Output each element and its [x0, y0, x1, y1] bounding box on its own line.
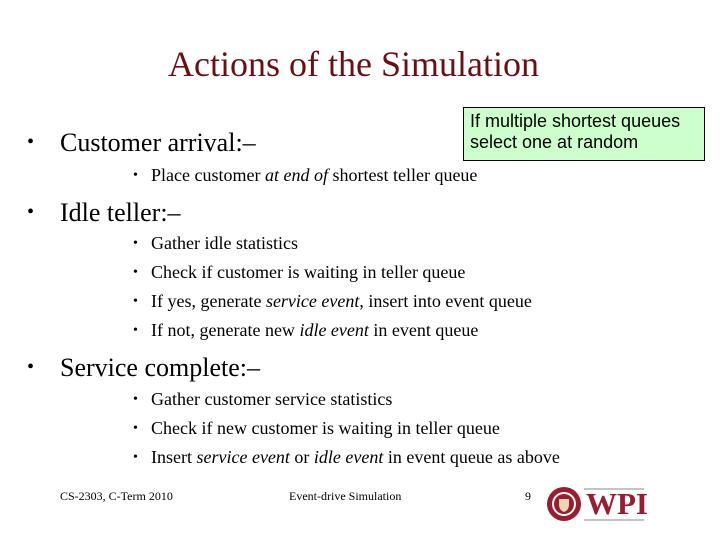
item-text: in event queue	[368, 320, 479, 340]
item-text: If not, generate new	[151, 320, 300, 340]
sub-bullet: • Gather customer service statistics	[133, 388, 392, 411]
page-number: 9	[525, 489, 531, 503]
emphasis-text: service event	[196, 447, 290, 467]
sub-bullet: • Place customer at end of shortest telle…	[133, 164, 477, 187]
wpi-logo-text: WPI	[586, 486, 648, 521]
bullet-icon: •	[133, 294, 138, 309]
item-text: Gather idle statistics	[151, 233, 298, 253]
section-heading: Customer arrival:–	[60, 128, 256, 157]
bullet-icon: •	[27, 131, 35, 153]
emphasis-text: idle event	[313, 447, 384, 467]
bullet-icon: •	[133, 421, 138, 436]
section-heading: Idle teller:–	[60, 198, 181, 227]
item-text: If yes, generate	[151, 291, 266, 311]
sub-bullet: • Check if customer is waiting in teller …	[133, 261, 465, 284]
sub-bullet: • Gather idle statistics	[133, 232, 298, 255]
emphasis-text: idle event	[299, 320, 369, 340]
item-text: in event queue as above	[383, 447, 560, 467]
callout-line-1: If multiple shortest queues	[470, 111, 681, 131]
bullet-icon: •	[133, 236, 138, 251]
bullet-icon: •	[133, 265, 138, 280]
slide-title: Actions of the Simulation	[168, 44, 539, 84]
item-text: Gather customer service statistics	[151, 389, 393, 409]
emphasis-text: service event	[265, 291, 360, 311]
bullet-customer-arrival: • Customer arrival:–	[27, 127, 256, 158]
bullet-icon: •	[133, 323, 138, 338]
footer-course: CS-2303, C-Term 2010	[60, 489, 173, 503]
section-heading: Service complete:–	[60, 353, 260, 382]
sub-bullet: • If not, generate new idle event in even…	[133, 319, 478, 342]
bullet-icon: •	[27, 356, 35, 378]
item-text: shortest teller queue	[327, 165, 478, 185]
item-text: Place customer	[151, 165, 265, 185]
sub-bullet: • Insert service event or idle event in e…	[133, 446, 560, 469]
wpi-logo: WPI	[546, 484, 648, 524]
bullet-service-complete: • Service complete:–	[27, 352, 260, 383]
callout-note: If multiple shortest queues select one a…	[463, 107, 705, 161]
bullet-idle-teller: • Idle teller:–	[27, 197, 181, 228]
emphasis-text: at end of	[264, 165, 328, 185]
footer-topic: Event-drive Simulation	[289, 489, 402, 503]
item-text: , insert into event queue	[359, 291, 532, 311]
item-text: or	[289, 447, 314, 467]
sub-bullet: • If yes, generate service event, insert …	[133, 290, 532, 313]
bullet-icon: •	[27, 201, 35, 223]
item-text: Check if customer is waiting in teller q…	[151, 262, 466, 282]
item-text: Insert	[151, 447, 197, 467]
bullet-icon: •	[133, 168, 138, 183]
bullet-icon: •	[133, 450, 138, 465]
bullet-icon: •	[133, 392, 138, 407]
item-text: Check if new customer is waiting in tell…	[151, 418, 500, 438]
sub-bullet: • Check if new customer is waiting in tel…	[133, 417, 500, 440]
callout-line-2: select one at random	[470, 132, 639, 152]
